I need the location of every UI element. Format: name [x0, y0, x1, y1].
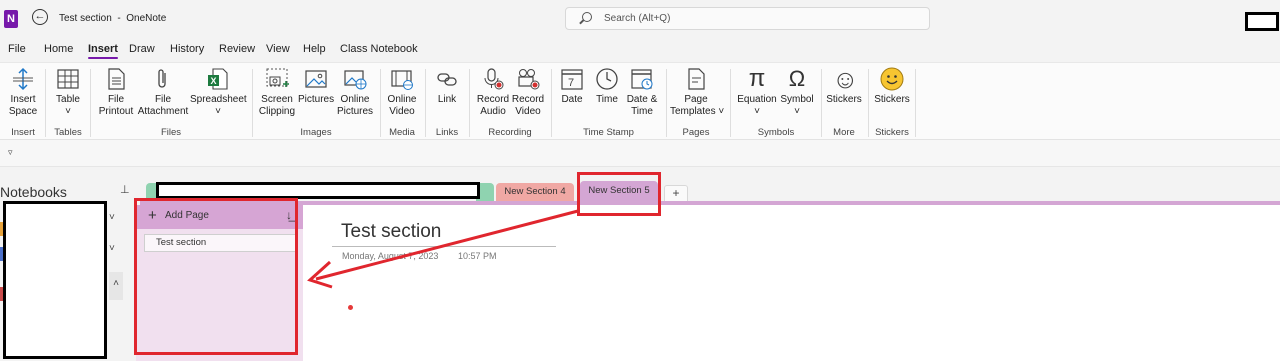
annotation-arrow: [307, 209, 579, 289]
